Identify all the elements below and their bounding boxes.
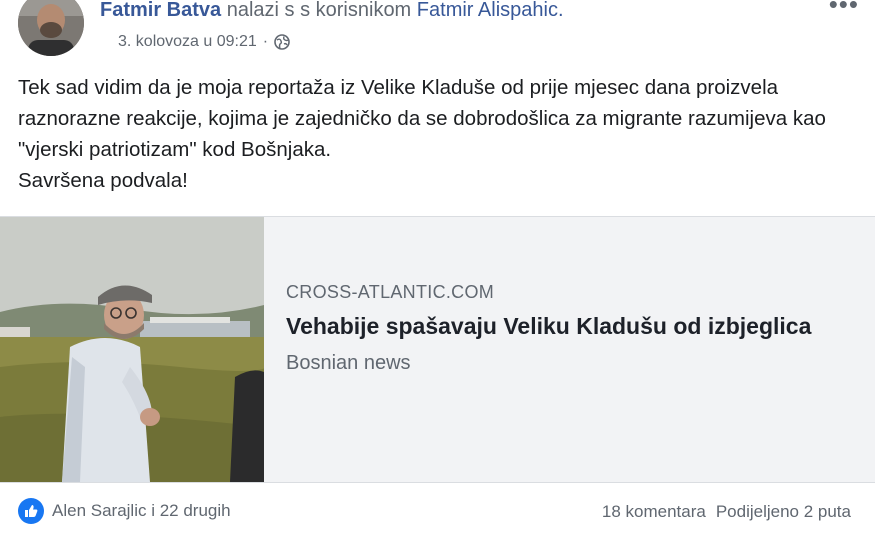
- post-footer: Alen Sarajlic i 22 drugih 18 komentara P…: [0, 496, 875, 526]
- meta-separator: ·: [262, 33, 269, 50]
- reactions-summary[interactable]: Alen Sarajlic i 22 drugih: [18, 498, 231, 524]
- post-text: Tek sad vidim da je moja reportaža iz Ve…: [18, 72, 858, 196]
- avatar-photo: [18, 0, 84, 56]
- avatar[interactable]: [18, 0, 84, 56]
- post-timestamp[interactable]: 3. kolovoza u 09:21: [118, 31, 257, 53]
- author-line: Fatmir Batva nalazi s s korisnikom Fatmi…: [100, 0, 564, 24]
- link-description: Bosnian news: [286, 352, 411, 374]
- link-title[interactable]: Vehabije spašavaju Veliku Kladušu od izb…: [286, 311, 846, 342]
- author-name[interactable]: Fatmir Batva: [100, 0, 221, 21]
- tagged-person-name[interactable]: Fatmir Alispahic.: [417, 0, 564, 21]
- post-paragraph-1: Tek sad vidim da je moja reportaža iz Ve…: [18, 76, 826, 161]
- post-paragraph-2: Savršena podvala!: [18, 169, 188, 192]
- facebook-post: Fatmir Batva nalazi s s korisnikom Fatmi…: [0, 0, 875, 535]
- link-preview-card[interactable]: CROSS-ATLANTIC.COM Vehabije spašavaju Ve…: [0, 216, 875, 483]
- shares-count[interactable]: Podijeljeno 2 puta: [716, 502, 851, 522]
- link-preview-info: CROSS-ATLANTIC.COM Vehabije spašavaju Ve…: [286, 279, 846, 376]
- reactions-text[interactable]: Alen Sarajlic i 22 drugih: [52, 501, 231, 521]
- tagged-with-text: nalazi s s korisnikom: [226, 0, 412, 21]
- more-options-icon[interactable]: •••: [829, 0, 859, 17]
- engagement-counts: 18 komentara Podijeljeno 2 puta: [602, 502, 851, 522]
- comments-count[interactable]: 18 komentara: [602, 502, 706, 522]
- link-domain: CROSS-ATLANTIC.COM: [286, 282, 495, 302]
- link-preview-image[interactable]: [0, 217, 264, 482]
- like-icon: [18, 498, 44, 524]
- post-meta: 3. kolovoza u 09:21 ·: [118, 31, 290, 53]
- globe-icon[interactable]: [274, 34, 290, 50]
